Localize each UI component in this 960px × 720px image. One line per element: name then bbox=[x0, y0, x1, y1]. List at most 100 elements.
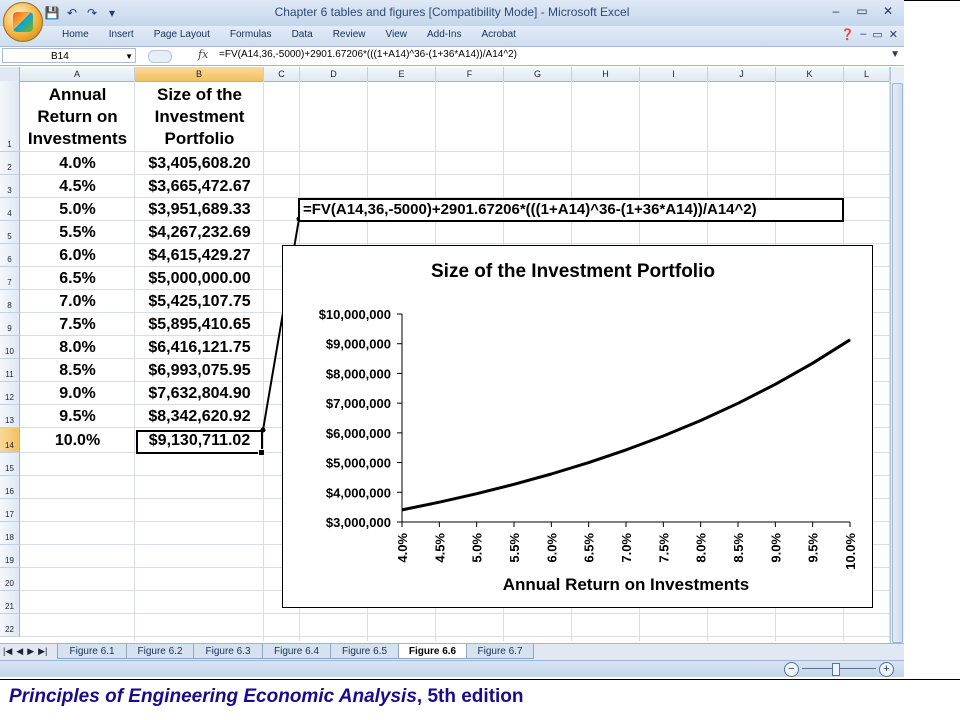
portfolio-value-cell[interactable]: $6,993,075.95 bbox=[135, 359, 264, 382]
row-header-10[interactable]: 10 bbox=[0, 336, 20, 359]
customize-qat-icon[interactable]: ▾ bbox=[104, 6, 120, 20]
ribbon-close-icon[interactable]: ✕ bbox=[889, 28, 898, 41]
tab-page-layout[interactable]: Page Layout bbox=[144, 29, 220, 40]
sheet-nav-3[interactable]: ▶| bbox=[38, 646, 47, 657]
row-header-15[interactable]: 15 bbox=[0, 453, 20, 476]
portfolio-value-cell[interactable]: $7,632,804.90 bbox=[135, 382, 264, 405]
row-header-16[interactable]: 16 bbox=[0, 476, 20, 499]
column-header-a[interactable]: A bbox=[20, 67, 135, 81]
tab-view[interactable]: View bbox=[375, 29, 417, 40]
column-header-g[interactable]: G bbox=[504, 67, 572, 81]
sheet-tab-figure-6-3[interactable]: Figure 6.3 bbox=[193, 644, 263, 659]
zoom-out-button[interactable]: − bbox=[784, 662, 799, 677]
rate-cell[interactable]: 8.5% bbox=[20, 359, 135, 382]
undo-icon[interactable]: ↶ bbox=[64, 6, 80, 20]
sheet-nav-2[interactable]: ▶ bbox=[27, 646, 34, 657]
ribbon-restore-icon[interactable]: ▭ bbox=[872, 28, 882, 41]
row-header-5[interactable]: 5 bbox=[0, 221, 20, 244]
column-header-d[interactable]: D bbox=[300, 67, 368, 81]
row-header-22[interactable]: 22 bbox=[0, 614, 20, 637]
portfolio-value-cell[interactable]: $8,342,620.92 bbox=[135, 405, 264, 428]
tab-acrobat[interactable]: Acrobat bbox=[471, 29, 525, 40]
row-header-21[interactable]: 21 bbox=[0, 591, 20, 614]
insert-function-button[interactable]: fx bbox=[198, 48, 208, 61]
scroll-thumb[interactable] bbox=[892, 83, 903, 643]
tab-data[interactable]: Data bbox=[282, 29, 323, 40]
sheet-tab-figure-6-5[interactable]: Figure 6.5 bbox=[330, 644, 399, 659]
rate-cell[interactable]: 7.5% bbox=[20, 313, 135, 336]
fill-handle[interactable] bbox=[258, 449, 265, 456]
column-header-e[interactable]: E bbox=[368, 67, 436, 81]
rate-cell[interactable]: 6.0% bbox=[20, 244, 135, 267]
tab-home[interactable]: Home bbox=[52, 29, 99, 40]
row-header-13[interactable]: 13 bbox=[0, 405, 20, 428]
rate-cell[interactable]: 7.0% bbox=[20, 290, 135, 313]
rate-cell[interactable]: 4.5% bbox=[20, 175, 135, 198]
close-button[interactable]: ✕ bbox=[876, 2, 900, 20]
row-header-18[interactable]: 18 bbox=[0, 522, 20, 545]
portfolio-value-cell[interactable]: $5,000,000.00 bbox=[135, 267, 264, 290]
portfolio-value-cell[interactable]: $3,951,689.33 bbox=[135, 198, 264, 221]
row-header-12[interactable]: 12 bbox=[0, 382, 20, 405]
sheet-tab-figure-6-4[interactable]: Figure 6.4 bbox=[262, 644, 331, 659]
portfolio-value-cell[interactable]: $5,425,107.75 bbox=[135, 290, 264, 313]
portfolio-value-cell[interactable]: $5,895,410.65 bbox=[135, 313, 264, 336]
row-header-20[interactable]: 20 bbox=[0, 568, 20, 591]
row-header-6[interactable]: 6 bbox=[0, 244, 20, 267]
rate-cell[interactable]: 5.0% bbox=[20, 198, 135, 221]
portfolio-value-cell[interactable]: $4,267,232.69 bbox=[135, 221, 264, 244]
row-header-3[interactable]: 3 bbox=[0, 175, 20, 198]
selected-cell-b14[interactable] bbox=[136, 430, 265, 456]
rate-cell[interactable]: 6.5% bbox=[20, 267, 135, 290]
formula-cancel-icon[interactable] bbox=[148, 50, 172, 63]
sheet-nav-1[interactable]: ◀ bbox=[16, 646, 23, 657]
row-header-9[interactable]: 9 bbox=[0, 313, 20, 336]
row-header-11[interactable]: 11 bbox=[0, 359, 20, 382]
row-header-1[interactable]: 1 bbox=[0, 81, 20, 152]
sheet-nav-0[interactable]: |◀ bbox=[3, 646, 12, 657]
sheet-tab-figure-6-1[interactable]: Figure 6.1 bbox=[57, 644, 127, 659]
row-header-2[interactable]: 2 bbox=[0, 152, 20, 175]
minimize-button[interactable]: – bbox=[824, 2, 848, 20]
column-header-h[interactable]: H bbox=[572, 67, 640, 81]
column-header-c[interactable]: C bbox=[264, 67, 300, 81]
expand-formula-bar-icon[interactable]: ▼ bbox=[890, 49, 900, 60]
row-header-14[interactable]: 14 bbox=[0, 428, 20, 453]
sheet-tab-figure-6-6[interactable]: Figure 6.6 bbox=[398, 644, 467, 659]
tab-formulas[interactable]: Formulas bbox=[220, 29, 282, 40]
row-header-17[interactable]: 17 bbox=[0, 499, 20, 522]
zoom-in-button[interactable]: + bbox=[879, 662, 894, 677]
row-header-8[interactable]: 8 bbox=[0, 290, 20, 313]
rate-cell[interactable]: 5.5% bbox=[20, 221, 135, 244]
rate-cell[interactable]: 8.0% bbox=[20, 336, 135, 359]
row-header-7[interactable]: 7 bbox=[0, 267, 20, 290]
restore-button[interactable]: ▭ bbox=[850, 2, 874, 20]
rate-cell[interactable]: 4.0% bbox=[20, 152, 135, 175]
sheet-tab-figure-6-2[interactable]: Figure 6.2 bbox=[126, 644, 194, 659]
column-header-k[interactable]: K bbox=[776, 67, 844, 81]
formula-input[interactable]: =FV(A14,36,-5000)+2901.67206*(((1+A14)^3… bbox=[219, 49, 517, 60]
vertical-scrollbar[interactable] bbox=[890, 67, 904, 647]
column-header-b[interactable]: B bbox=[135, 67, 264, 81]
save-icon[interactable]: 💾 bbox=[44, 6, 60, 20]
row-header-19[interactable]: 19 bbox=[0, 545, 20, 568]
zoom-slider[interactable]: − + bbox=[784, 662, 894, 677]
name-box[interactable]: B14 ▼ bbox=[2, 48, 136, 63]
portfolio-value-cell[interactable]: $6,416,121.75 bbox=[135, 336, 264, 359]
row-header-4[interactable]: 4 bbox=[0, 198, 20, 221]
sheet-tab-figure-6-7[interactable]: Figure 6.7 bbox=[466, 644, 534, 659]
chart-area[interactable]: Size of the Investment Portfolio $3,000,0… bbox=[282, 245, 873, 608]
column-header-l[interactable]: L bbox=[844, 67, 890, 81]
zoom-knob[interactable] bbox=[832, 663, 840, 676]
tab-insert[interactable]: Insert bbox=[99, 29, 144, 40]
office-button[interactable] bbox=[3, 2, 43, 42]
help-icon[interactable]: ❓ bbox=[841, 28, 855, 41]
ribbon-minimize-icon[interactable]: – bbox=[860, 28, 866, 41]
rate-cell[interactable]: 9.5% bbox=[20, 405, 135, 428]
chevron-down-icon[interactable]: ▼ bbox=[125, 49, 133, 64]
rate-cell[interactable]: 9.0% bbox=[20, 382, 135, 405]
portfolio-value-cell[interactable]: $4,615,429.27 bbox=[135, 244, 264, 267]
tab-review[interactable]: Review bbox=[323, 29, 376, 40]
redo-icon[interactable]: ↷ bbox=[84, 6, 100, 20]
portfolio-value-cell[interactable]: $3,665,472.67 bbox=[135, 175, 264, 198]
